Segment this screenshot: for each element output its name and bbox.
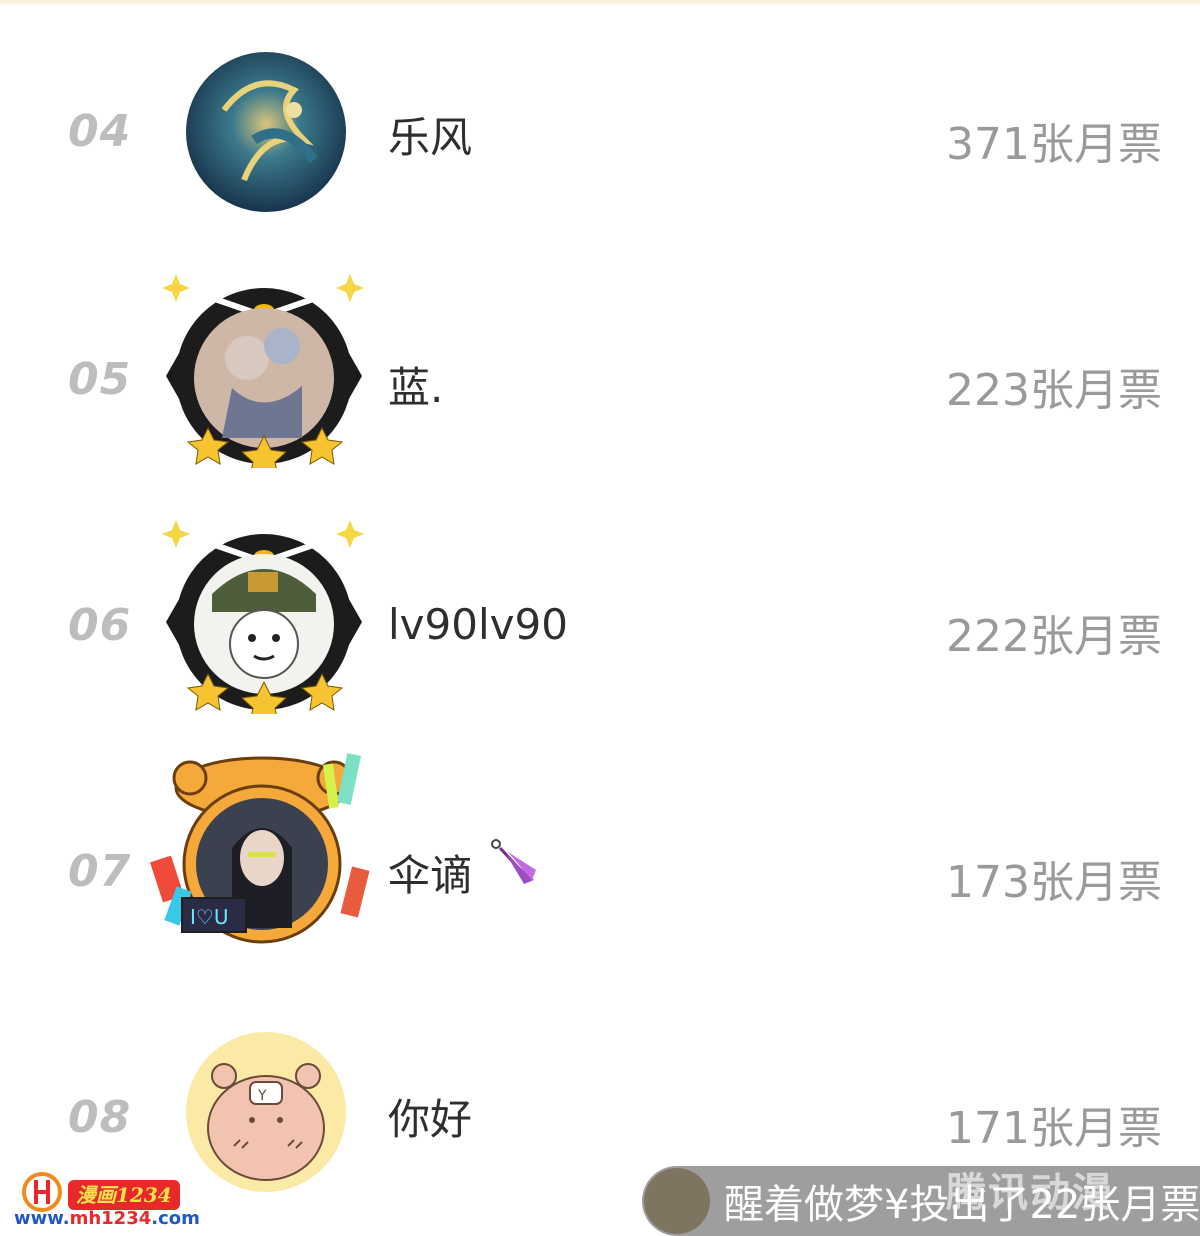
avatar[interactable]: I♡U	[150, 748, 380, 962]
avatar[interactable]	[152, 268, 382, 477]
banner-avatar	[644, 1168, 710, 1234]
user-name[interactable]: 伞谪	[388, 842, 472, 903]
site-url[interactable]: www.mh1234.com	[14, 1208, 200, 1229]
vote-count: 173张月票	[946, 857, 1162, 908]
tencent-watermark: 腾讯动漫	[946, 1170, 1114, 1216]
rank-number: 04	[68, 106, 132, 157]
svg-text:I♡U: I♡U	[190, 905, 228, 929]
user-name[interactable]: 蓝.	[388, 354, 443, 415]
url-suffix: .com	[151, 1208, 200, 1229]
user-name[interactable]: 你好	[388, 1086, 472, 1147]
avatar[interactable]	[184, 50, 348, 218]
ranking-row[interactable]: 06 lv90lv90 222张月票	[0, 514, 1200, 723]
ranking-row[interactable]: 05 蓝. 223张月票	[0, 268, 1200, 477]
url-domain: mh1234	[69, 1208, 152, 1229]
ranking-row[interactable]: 04 乐风 371张月票	[0, 34, 1200, 234]
rank-number: 05	[68, 354, 132, 405]
user-name[interactable]: lv90lv90	[388, 600, 568, 649]
avatar[interactable]: Y	[184, 1030, 348, 1198]
vote-count: 223张月票	[946, 365, 1162, 416]
rank-number: 08	[68, 1092, 132, 1143]
rank-number: 07	[68, 846, 132, 897]
site-badge: 漫画1234	[68, 1180, 180, 1210]
rank-number: 06	[68, 600, 132, 651]
user-name[interactable]: 乐风	[388, 104, 472, 165]
ranking-row[interactable]: 07 I♡U 伞谪 173张月票	[0, 753, 1200, 962]
top-divider	[0, 0, 1200, 6]
umbrella-icon	[486, 836, 542, 896]
url-prefix: www.	[14, 1208, 70, 1229]
vote-count: 371张月票	[946, 119, 1162, 170]
avatar[interactable]	[152, 514, 382, 723]
svg-text:Y: Y	[257, 1088, 267, 1104]
vote-count: 171张月票	[946, 1103, 1162, 1154]
vote-count: 222张月票	[946, 611, 1162, 662]
